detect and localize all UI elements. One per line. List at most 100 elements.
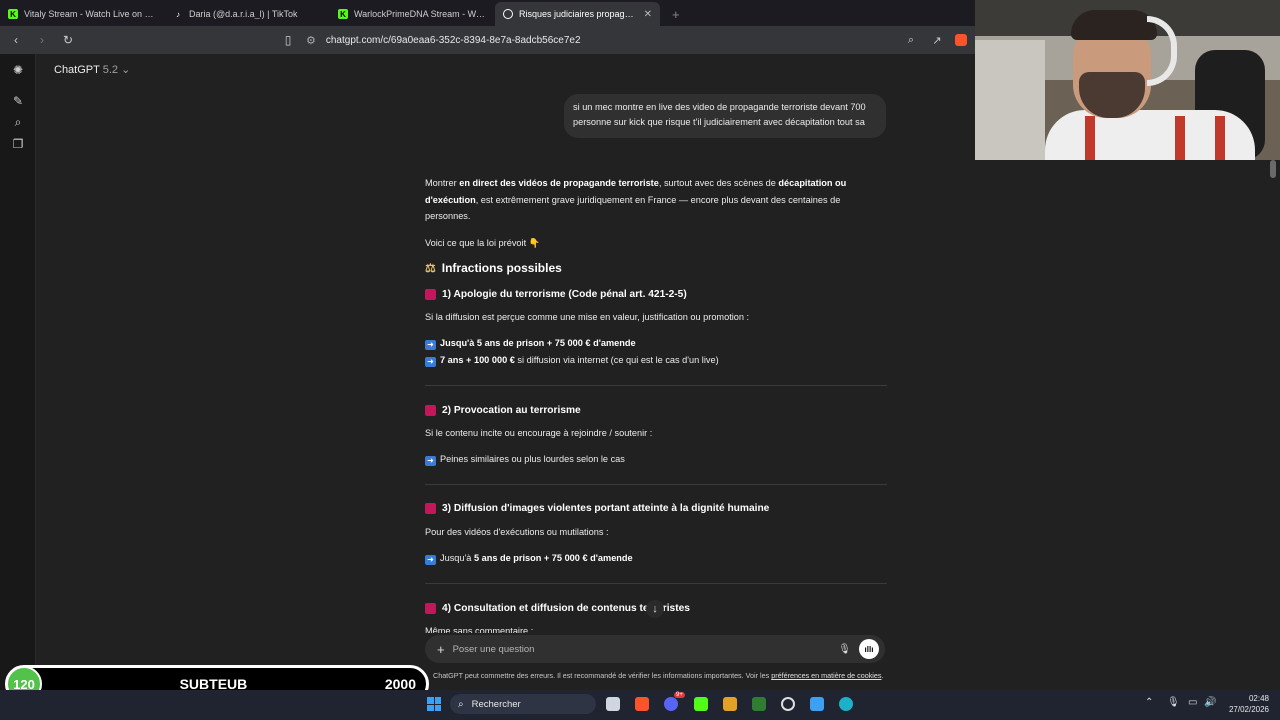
arrow-right-icon: ➜ xyxy=(425,456,436,466)
url-text: chatgpt.com/c/69a0eaa6-352c-8394-8e7a-8a… xyxy=(325,34,581,46)
browser-tab-bar: K Vitaly Stream - Watch Live on Kick ♪ D… xyxy=(0,0,975,26)
search-icon: ⌕ xyxy=(458,698,464,710)
task-view-icon[interactable] xyxy=(606,697,620,711)
disclaimer: ChatGPT peut commettre des erreurs. Il e… xyxy=(433,671,884,680)
edge-icon[interactable] xyxy=(839,697,853,711)
forward-icon[interactable]: › xyxy=(34,33,50,47)
intro-text: , est extrêmement grave juridiquement en… xyxy=(425,194,841,222)
scrollbar-thumb[interactable] xyxy=(1270,160,1276,178)
response-intro: Montrer en direct des vidéos de propagan… xyxy=(425,175,887,225)
tab-tiktok[interactable]: ♪ Daria (@d.a.r.i.a_l) | TikTok xyxy=(165,2,330,26)
model-name: ChatGPT xyxy=(54,64,100,76)
voice-mode-icon[interactable]: ıllı xyxy=(859,639,879,659)
tab-title: WarlockPrimeDNA Stream - Watch Li xyxy=(354,9,487,19)
user-message: si un mec montre en live des video de pr… xyxy=(564,94,886,138)
composer: + Poser une question 🎙 ıllı xyxy=(425,635,885,663)
site-settings-icon[interactable]: ⚙ xyxy=(306,34,316,47)
microphone-icon[interactable]: 🎙 xyxy=(838,644,851,655)
app-image-icon[interactable] xyxy=(810,697,824,711)
windows-start-icon[interactable] xyxy=(427,697,441,711)
discord-badge: 9+ xyxy=(674,692,685,698)
prompt-input[interactable]: Poser une question xyxy=(453,644,831,655)
brave-browser-icon[interactable] xyxy=(635,697,649,711)
sec2-desc: Si le contenu incite ou encourage à rejo… xyxy=(425,428,653,438)
taskbar-search[interactable]: ⌕ Rechercher xyxy=(450,694,596,714)
webcam-overlay xyxy=(975,0,1280,160)
divider xyxy=(425,484,887,485)
sec3-desc: Pour des vidéos d'exécutions ou mutilati… xyxy=(425,527,609,537)
sec1-title-text: 1) Apologie du terrorisme (Code pénal ar… xyxy=(442,289,687,300)
tab-vitaly-stream[interactable]: K Vitaly Stream - Watch Live on Kick xyxy=(0,2,165,26)
url-field[interactable]: ⚙ chatgpt.com/c/69a0eaa6-352c-8394-8e7a-… xyxy=(306,34,893,47)
reload-icon[interactable]: ↻ xyxy=(60,33,76,47)
volume-icon[interactable]: 🔊 xyxy=(1204,697,1216,708)
scroll-down-icon[interactable]: ↓ xyxy=(646,600,664,618)
kick-icon: K xyxy=(8,9,18,19)
red-square-icon xyxy=(425,603,436,614)
new-chat-icon[interactable]: ✎ xyxy=(11,94,25,108)
disclaimer-text: ChatGPT peut commettre des erreurs. Il e… xyxy=(433,671,772,680)
sec1-title: 1) Apologie du terrorisme (Code pénal ar… xyxy=(425,289,687,300)
new-tab-icon[interactable]: + xyxy=(672,7,680,22)
sec3-bullet-1: ➜ Jusqu'à 5 ans de prison + 75 000 € d'am… xyxy=(425,550,887,567)
webcam-hair xyxy=(1071,10,1157,40)
app-chatgpt-icon[interactable] xyxy=(781,697,795,711)
clock[interactable]: 02:48 27/02/2026 xyxy=(1225,693,1269,715)
chevron-down-icon: ⌄ xyxy=(121,64,131,76)
intro-text: Montrer xyxy=(425,178,460,188)
sec1-b2-bold: 7 ans + 100 000 € xyxy=(440,355,515,365)
app-play-icon[interactable] xyxy=(752,697,766,711)
app-green-icon[interactable] xyxy=(694,697,708,711)
tab-warlock-stream[interactable]: K WarlockPrimeDNA Stream - Watch Li xyxy=(330,2,495,26)
intro-text: , surtout avec des scènes de xyxy=(658,178,779,188)
sec3-title-text: 3) Diffusion d'images violentes portant … xyxy=(442,503,770,514)
red-square-icon xyxy=(425,405,436,416)
brave-shield-icon[interactable] xyxy=(955,34,967,46)
red-square-icon xyxy=(425,289,436,300)
divider xyxy=(425,385,887,386)
webcam-shirt-stripe xyxy=(1215,116,1225,160)
microphone-tray-icon[interactable]: 🎙 xyxy=(1167,697,1180,708)
network-icon[interactable]: ▭ xyxy=(1188,697,1197,708)
close-tab-icon[interactable]: ✕ xyxy=(644,9,652,20)
kick-icon: K xyxy=(338,9,348,19)
bookmark-icon[interactable]: ▯ xyxy=(280,33,296,47)
red-square-icon xyxy=(425,503,436,514)
library-icon[interactable]: ❐ xyxy=(11,137,25,151)
sidebar: ✺ ✎ ⌕ ❐ xyxy=(0,54,36,690)
chatgpt-logo-icon[interactable]: ✺ xyxy=(11,63,25,77)
section-heading-text: Infractions possibles xyxy=(441,261,562,275)
cookie-preferences-link[interactable]: préférences en matière de cookies xyxy=(771,671,881,680)
tiktok-icon: ♪ xyxy=(176,9,180,19)
tab-chatgpt-active[interactable]: Risques judiciaires propagande ✕ xyxy=(495,2,660,26)
law-intro: Voici ce que la loi prévoit 👇 xyxy=(425,238,541,248)
app-stack-icon[interactable] xyxy=(723,697,737,711)
sec4-desc: Même sans commentaire : xyxy=(425,626,534,633)
clock-time: 02:48 xyxy=(1248,694,1269,703)
sec2-title: 2) Provocation au terrorisme xyxy=(425,405,581,416)
tab-title: Risques judiciaires propagande xyxy=(519,9,638,19)
plus-icon[interactable]: + xyxy=(437,642,445,657)
sec3-b1-bold: 5 ans de prison + 75 000 € d'amende xyxy=(473,553,633,563)
sec3-title: 3) Diffusion d'images violentes portant … xyxy=(425,503,769,514)
webcam-shirt-stripe xyxy=(1175,116,1185,160)
address-bar: ‹ › ↻ ▯ ⚙ chatgpt.com/c/69a0eaa6-352c-83… xyxy=(0,26,975,54)
model-selector[interactable]: ChatGPT 5.2 ⌄ xyxy=(54,63,130,76)
chevron-up-icon[interactable]: ⌃ xyxy=(1145,697,1153,708)
search-icon[interactable]: ⌕ xyxy=(11,115,25,129)
intro-bold: en direct des vidéos de propagande terro… xyxy=(459,178,659,188)
divider xyxy=(425,583,887,584)
zoom-icon[interactable]: ⌕ xyxy=(903,34,919,47)
back-icon[interactable]: ‹ xyxy=(8,33,24,47)
webcam-shirt-stripe xyxy=(1085,116,1095,160)
disclaimer-end: . xyxy=(881,671,884,680)
tab-title: Daria (@d.a.r.i.a_l) | TikTok xyxy=(189,9,298,19)
arrow-right-icon: ➜ xyxy=(425,357,436,367)
share-icon[interactable]: ↗ xyxy=(929,34,945,47)
arrow-right-icon: ➜ xyxy=(425,340,436,350)
sec1-desc: Si la diffusion est perçue comme une mis… xyxy=(425,312,750,322)
scales-icon: ⚖ xyxy=(425,261,436,275)
sec2-bullet-1: ➜ Peines similaires ou plus lourdes selon… xyxy=(425,451,887,468)
sec1-bullet-1: ➜ Jusqu'à 5 ans de prison + 75 000 € d'am… xyxy=(425,335,887,352)
discord-icon[interactable] xyxy=(664,697,678,711)
